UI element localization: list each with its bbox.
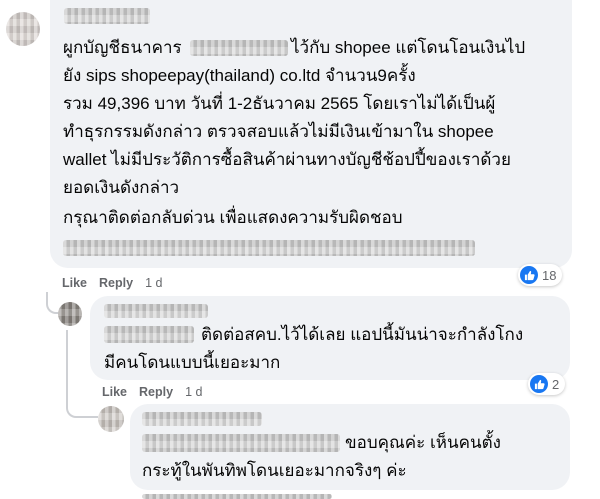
reply-button[interactable]: Reply <box>139 385 173 399</box>
comment-text-line: ทำธุรกรรมดังกล่าว ตรวจสอบแล้วไม่มีเงินเข… <box>63 122 494 141</box>
like-button[interactable]: Like <box>102 385 127 399</box>
avatar[interactable] <box>98 406 124 432</box>
reply-button[interactable]: Reply <box>99 276 133 290</box>
timestamp[interactable]: 1 d <box>145 276 162 290</box>
timestamp[interactable]: 1 d <box>185 385 202 399</box>
redacted-text <box>190 40 288 56</box>
reaction-count: 18 <box>542 267 557 283</box>
reaction-count-badge[interactable]: 2 <box>528 373 566 395</box>
comment-text-line: ขอบคุณค่ะ เห็นคนตั้ง <box>345 433 501 452</box>
redacted-text <box>63 240 475 256</box>
redacted-text <box>142 434 340 452</box>
comment-text-line: ผูกบัญชีธนาคาร <box>63 38 182 57</box>
comment-text-line: รวม 49,396 บาท วันที่ 1-2ธันวาคม 2565 โด… <box>63 94 496 113</box>
comment-text-line: มีคนโดนแบบนี้เยอะมาก <box>104 353 281 372</box>
redacted-actions <box>142 494 332 499</box>
comment-text-line: กระทู้ในพันทิพโดนเยอะมากจริงๆ ค่ะ <box>142 461 407 480</box>
comment-text-line: กรุณาติดต่อกลับด่วน เพื่อแสดงความรับผิดช… <box>63 208 403 227</box>
thread-line <box>66 394 98 418</box>
comment-text-line: ยัง sips shopeepay(thailand) co.ltd จำนว… <box>63 66 416 85</box>
redacted-text <box>104 326 194 343</box>
comment-text-line: ยอดเงินดังกล่าว <box>63 178 180 197</box>
comment-actions: Like Reply 1 d <box>102 385 214 399</box>
commenter-name-blurred[interactable] <box>64 8 150 24</box>
reaction-count: 2 <box>552 376 560 392</box>
reaction-count-badge[interactable]: 18 <box>518 264 563 286</box>
commenter-name-blurred[interactable] <box>104 304 208 318</box>
comment-text-line: wallet ไม่มีประวัติการซื้อสินค้าผ่านทางบ… <box>63 150 511 169</box>
commenter-name-blurred[interactable] <box>142 412 262 426</box>
avatar[interactable] <box>58 302 82 326</box>
avatar[interactable] <box>6 12 40 46</box>
comment-actions: Like Reply 1 d <box>62 276 174 290</box>
like-icon <box>520 266 538 284</box>
like-icon <box>530 375 548 393</box>
comment-text-line: ไว้กับ shopee แต่โดนโอนเงินไป <box>291 38 526 57</box>
comment-text-line: ติดต่อสคบ.ไว้ได้เลย แอปนี้มันน่าจะกำลังโ… <box>201 325 524 344</box>
like-button[interactable]: Like <box>62 276 87 290</box>
